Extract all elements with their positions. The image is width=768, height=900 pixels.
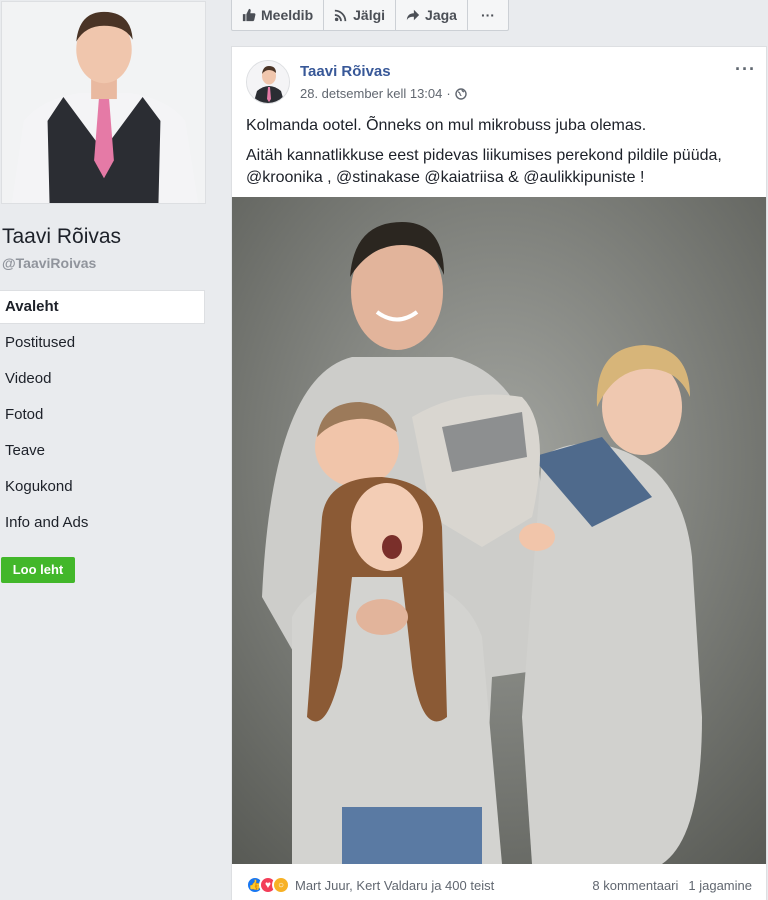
post-meta: 28. detsember kell 13:04 · [300, 86, 467, 101]
reaction-icons[interactable]: 👍 ♥ ○ [246, 876, 290, 894]
follow-button[interactable]: Jälgi [324, 0, 397, 30]
like-page-button[interactable]: Meeldib [232, 0, 325, 30]
post-timestamp[interactable]: 28. detsember kell 13:04 [300, 86, 442, 101]
meta-separator: · [446, 86, 451, 101]
post-footer: 👍 ♥ ○ Mart Juur, Kert Valdaru ja 400 tei… [232, 870, 766, 900]
share-label: Jaga [425, 7, 457, 23]
post-text-line-1: Kolmanda ootel. Õnneks on mul mikrobuss … [246, 117, 647, 134]
nav-item-home[interactable]: Avaleht [0, 290, 205, 324]
page-action-bar: Meeldib Jälgi Jaga ··· [231, 0, 509, 31]
page-handle[interactable]: @TaaviRoivas [2, 255, 96, 271]
share-arrow-icon [406, 9, 420, 21]
nav-item-photos[interactable]: Fotod [0, 398, 205, 434]
post-card: Taavi Rõivas 28. detsember kell 13:04 · … [231, 46, 767, 900]
shares-count[interactable]: 1 jagamine [688, 878, 752, 893]
page-name[interactable]: Taavi Rõivas [2, 225, 121, 249]
page-nav: Avaleht Postitused Videod Fotod Teave Ko… [0, 290, 205, 542]
create-page-button[interactable]: Loo leht [1, 557, 75, 583]
reactors-text[interactable]: Mart Juur, Kert Valdaru ja 400 teist [295, 878, 494, 893]
post-author-name[interactable]: Taavi Rõivas [300, 63, 391, 80]
post-options-button[interactable]: ··· [735, 59, 756, 80]
profile-picture[interactable] [1, 1, 206, 204]
left-column: Taavi Rõivas @TaaviRoivas Avaleht Postit… [0, 0, 216, 900]
comments-count[interactable]: 8 kommentaari [592, 878, 678, 893]
share-button[interactable]: Jaga [396, 0, 468, 30]
post-text-line-2: Aitäh kannatlikkuse eest pidevas liikumi… [246, 147, 722, 186]
nav-item-videos[interactable]: Videod [0, 362, 205, 398]
globe-icon[interactable] [455, 87, 467, 100]
nav-item-info-ads[interactable]: Info and Ads [0, 506, 205, 542]
nav-item-posts[interactable]: Postitused [0, 326, 205, 362]
nav-item-community[interactable]: Kogukond [0, 470, 205, 506]
like-page-label: Meeldib [261, 7, 314, 23]
thumbs-up-icon [242, 8, 256, 22]
more-icon: ··· [480, 7, 495, 23]
follow-label: Jälgi [353, 7, 386, 23]
post-stats: 8 kommentaari 1 jagamine [592, 878, 752, 893]
post-photo[interactable] [232, 197, 766, 864]
wow-icon: ○ [272, 876, 290, 894]
more-options-button[interactable]: ··· [468, 0, 508, 30]
post-author-avatar[interactable] [246, 60, 290, 104]
rss-icon [335, 9, 347, 22]
nav-item-about[interactable]: Teave [0, 434, 205, 470]
